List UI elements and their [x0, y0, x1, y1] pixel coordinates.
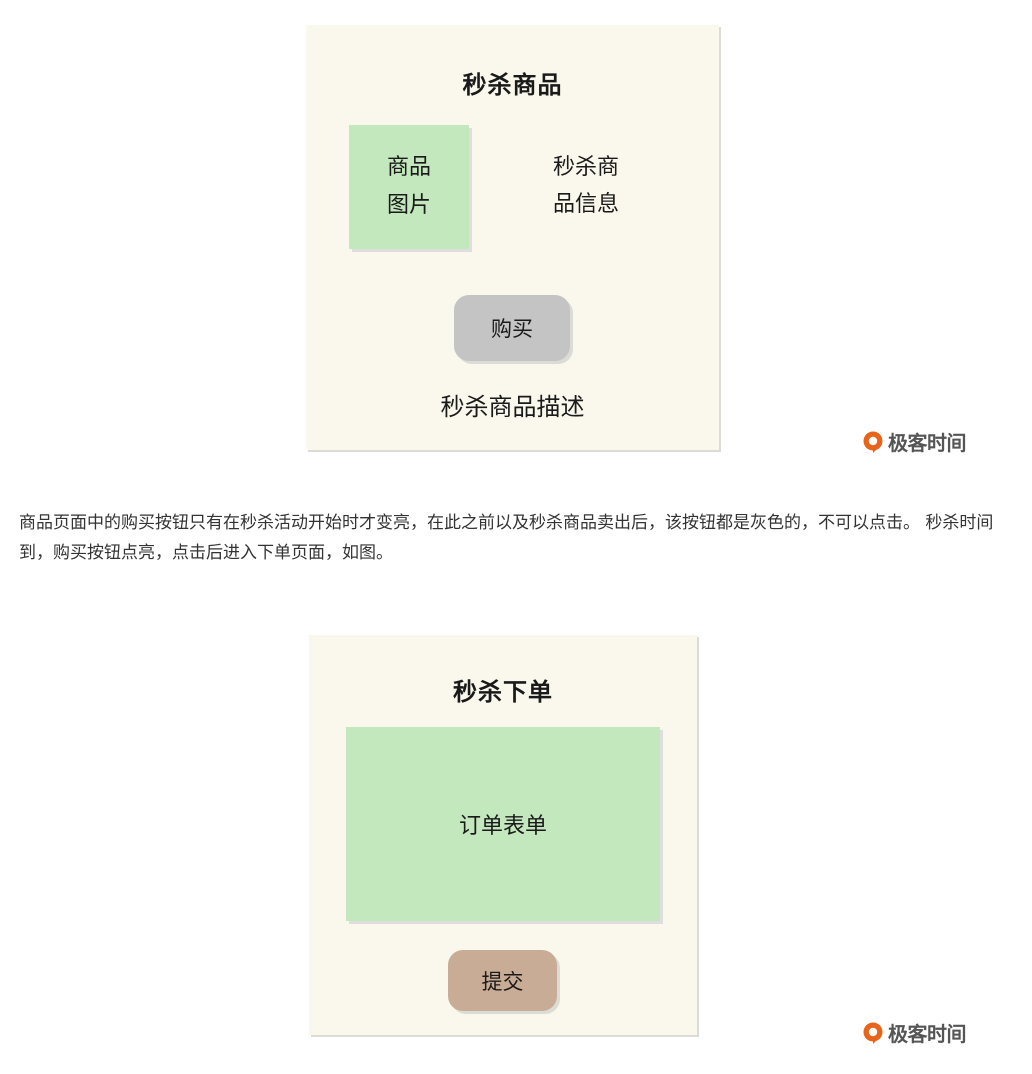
- submit-button: 提交: [448, 950, 557, 1011]
- seckill-product-diagram: 秒杀商品 商品 图片 秒杀商 品信息 购买 秒杀商品描述: [306, 25, 719, 450]
- product-info-text: 秒杀商 品信息: [542, 149, 630, 223]
- watermark-text: 极客时间: [888, 1022, 967, 1046]
- product-image-box: 商品 图片: [349, 125, 469, 249]
- geektime-watermark: 极客时间: [861, 427, 967, 456]
- order-form-box: 订单表单: [346, 727, 660, 921]
- buy-button: 购买: [454, 295, 570, 361]
- product-image-label-line1: 商品: [386, 155, 431, 180]
- seckill-order-diagram: 秒杀下单 订单表单 提交: [309, 635, 697, 1035]
- order-form-label: 订单表单: [458, 814, 547, 839]
- geektime-logo-icon: [863, 1022, 883, 1044]
- geektime-logo-icon: [863, 431, 883, 453]
- geektime-watermark: 极客时间: [861, 1018, 967, 1047]
- watermark-text: 极客时间: [888, 431, 967, 455]
- order-panel-title: 秒杀下单: [453, 678, 553, 706]
- product-description: 秒杀商品描述: [440, 393, 585, 421]
- product-image-label-line2: 图片: [386, 193, 431, 218]
- product-info-line2: 品信息: [552, 192, 619, 217]
- product-info-line1: 秒杀商: [552, 155, 619, 180]
- body-paragraph: 商品页面中的购买按钮只有在秒杀活动开始时才变亮，在此之前以及秒杀商品卖出后，该按…: [19, 513, 994, 563]
- product-panel-title: 秒杀商品: [462, 71, 563, 99]
